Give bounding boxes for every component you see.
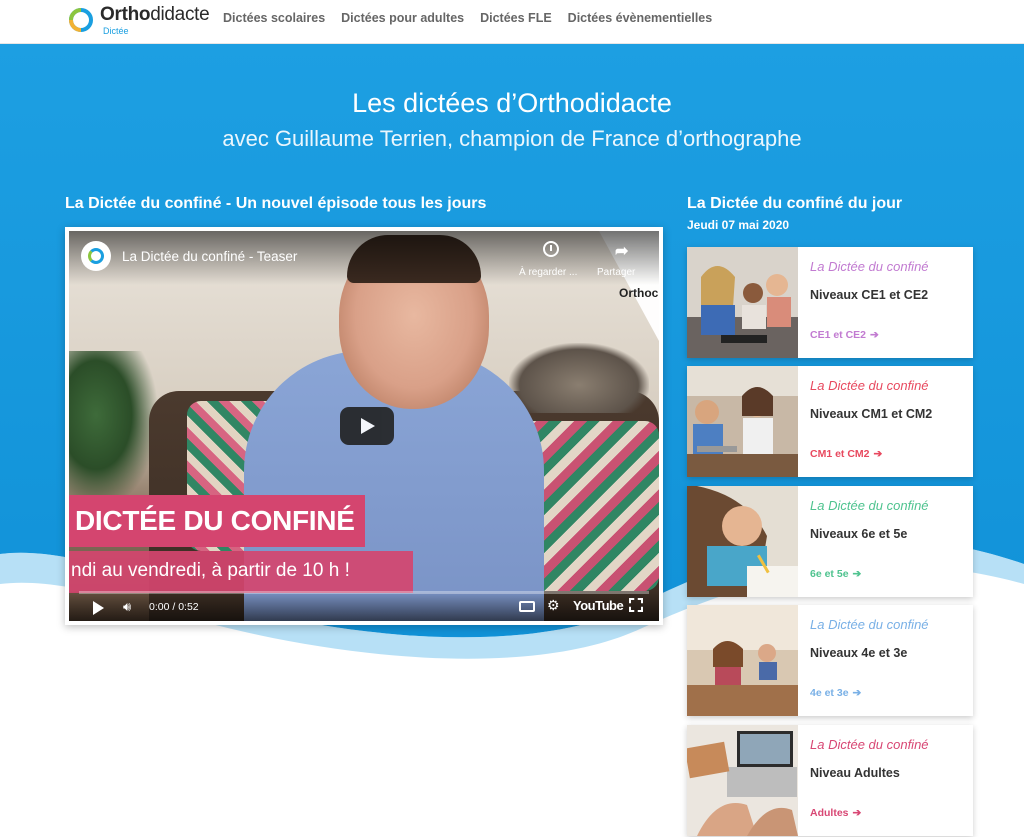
subtitles-icon[interactable] bbox=[519, 601, 535, 612]
video-title[interactable]: La Dictée du confiné - Teaser bbox=[122, 249, 297, 264]
nav-dictees-adultes[interactable]: Dictées pour adultes bbox=[341, 11, 464, 25]
card-link[interactable]: 6e et 5e ➔ bbox=[810, 568, 861, 580]
daily-dictation-title: La Dictée du confiné du jour bbox=[687, 195, 903, 212]
hero-title: Les dictées d’Orthodidacte bbox=[352, 88, 672, 118]
dictation-card-4e-3e[interactable]: La Dictée du confiné Niveaux 4e et 3e 4e… bbox=[687, 605, 973, 716]
video-brand-overlay: Orthoc bbox=[619, 286, 659, 300]
video-section-title: La Dictée du confiné - Un nouvel épisode… bbox=[65, 195, 487, 212]
watch-later-label[interactable]: À regarder ... bbox=[519, 267, 577, 278]
video-player[interactable]: Orthoc La Dictée du confiné - Teaser À r… bbox=[69, 231, 659, 621]
channel-avatar[interactable] bbox=[81, 241, 111, 271]
fullscreen-icon[interactable] bbox=[629, 598, 643, 612]
classroom-image bbox=[687, 247, 798, 358]
nav-dictees-fle[interactable]: Dictées FLE bbox=[480, 11, 552, 25]
orthodidacte-logo-icon bbox=[69, 8, 93, 32]
card-level: Niveau Adultes bbox=[810, 766, 900, 780]
hero-subtitle: avec Guillaume Terrien, champion de Fran… bbox=[222, 126, 802, 151]
card-brand: La Dictée du confiné bbox=[810, 498, 929, 513]
card-level: Niveaux 6e et 5e bbox=[810, 527, 908, 541]
share-label[interactable]: Partager bbox=[597, 267, 635, 278]
site-logo[interactable]: Orthodidacte Dictée bbox=[67, 4, 210, 38]
arrow-right-icon: ➔ bbox=[852, 687, 862, 699]
plant-decoration bbox=[69, 351, 159, 511]
card-link[interactable]: Adultes ➔ bbox=[810, 807, 861, 819]
classroom-image bbox=[687, 605, 798, 716]
youtube-logo[interactable]: YouTube bbox=[573, 598, 624, 613]
card-link[interactable]: CM1 et CM2 ➔ bbox=[810, 448, 882, 460]
arrow-right-icon: ➔ bbox=[852, 807, 862, 819]
site-header: Orthodidacte Dictée Dictées scolaires Di… bbox=[0, 0, 1024, 44]
dictation-card-6e-5e[interactable]: La Dictée du confiné Niveaux 6e et 5e 6e… bbox=[687, 486, 973, 597]
dictation-card-ce1-ce2[interactable]: La Dictée du confiné Niveaux CE1 et CE2 … bbox=[687, 247, 973, 358]
arrow-right-icon: ➔ bbox=[870, 329, 879, 341]
play-button[interactable] bbox=[340, 407, 394, 445]
card-brand: La Dictée du confiné bbox=[810, 617, 929, 632]
nav-dictees-evenementielles[interactable]: Dictées évènementielles bbox=[568, 11, 713, 25]
dictation-card-adultes[interactable]: La Dictée du confiné Niveau Adultes Adul… bbox=[687, 725, 973, 836]
schedule-banner: ndi au vendredi, à partir de 10 h ! bbox=[69, 551, 413, 593]
dictation-card-cm1-cm2[interactable]: La Dictée du confiné Niveaux CM1 et CM2 … bbox=[687, 366, 973, 477]
classroom-image bbox=[687, 366, 798, 477]
volume-icon[interactable]: 🔊︎ bbox=[123, 599, 131, 615]
logo-subtitle: Dictée bbox=[103, 26, 129, 36]
control-play-icon[interactable] bbox=[93, 601, 104, 615]
arrow-right-icon: ➔ bbox=[852, 568, 862, 580]
card-link[interactable]: CE1 et CE2 ➔ bbox=[810, 329, 879, 341]
clock-icon[interactable] bbox=[543, 241, 559, 257]
daily-dictation-date: Jeudi 07 mai 2020 bbox=[687, 218, 790, 232]
arrow-right-icon: ➔ bbox=[873, 448, 883, 460]
main-nav: Dictées scolaires Dictées pour adultes D… bbox=[223, 11, 712, 25]
card-level: Niveaux 4e et 3e bbox=[810, 646, 908, 660]
progress-bar[interactable] bbox=[79, 591, 649, 594]
video-time: 0:00 / 0:52 bbox=[149, 601, 199, 613]
card-brand: La Dictée du confiné bbox=[810, 737, 929, 752]
cat bbox=[509, 343, 649, 413]
card-brand: La Dictée du confiné bbox=[810, 378, 929, 393]
settings-gear-icon[interactable]: ⚙ bbox=[547, 597, 560, 614]
card-level: Niveaux CE1 et CE2 bbox=[810, 288, 929, 302]
card-brand: La Dictée du confiné bbox=[810, 259, 929, 274]
channel-logo-icon bbox=[88, 248, 104, 264]
card-level: Niveaux CM1 et CM2 bbox=[810, 407, 933, 421]
video-embed[interactable]: Orthoc La Dictée du confiné - Teaser À r… bbox=[65, 227, 663, 625]
laptop-desk-image bbox=[687, 725, 798, 836]
student-writing-image bbox=[687, 486, 798, 597]
card-link[interactable]: 4e et 3e ➔ bbox=[810, 687, 861, 699]
nav-dictees-scolaires[interactable]: Dictées scolaires bbox=[223, 11, 325, 25]
title-banner: DICTÉE DU CONFINÉ bbox=[69, 495, 365, 547]
logo-text: Orthodidacte bbox=[100, 4, 210, 25]
share-icon[interactable]: ➦ bbox=[615, 241, 628, 261]
